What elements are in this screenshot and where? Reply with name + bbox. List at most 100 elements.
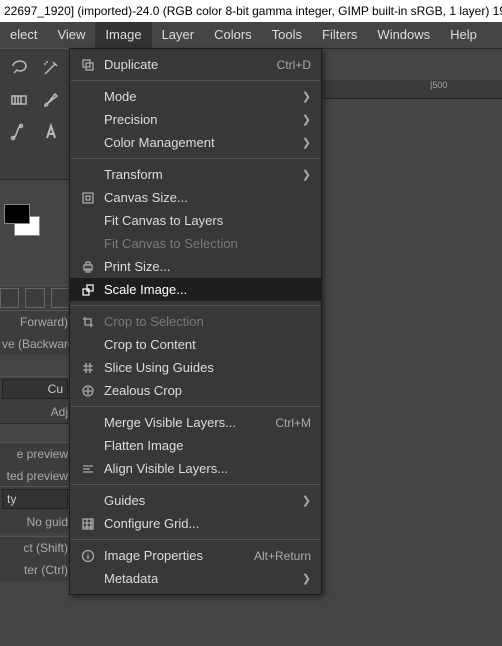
submenu-arrow-icon: ❯: [301, 494, 311, 507]
image-menu-dropdown: Duplicate Ctrl+D Mode ❯ Precision ❯ Colo…: [69, 48, 322, 595]
menu-print-size[interactable]: Print Size...: [70, 255, 321, 278]
submenu-arrow-icon: ❯: [301, 168, 311, 181]
blank-icon: [78, 167, 98, 183]
menu-image-properties[interactable]: Image Properties Alt+Return: [70, 544, 321, 567]
blank-icon: [78, 89, 98, 105]
menu-slice-guides[interactable]: Slice Using Guides: [70, 356, 321, 379]
dock-tab-2[interactable]: [25, 288, 44, 308]
menu-item-label: Crop to Content: [104, 337, 311, 352]
print-icon: [78, 259, 98, 275]
menu-item-label: Fit Canvas to Selection: [104, 236, 311, 251]
menu-transform[interactable]: Transform ❯: [70, 163, 321, 186]
menu-item-accel: Ctrl+M: [275, 416, 311, 430]
menu-item-label: Crop to Selection: [104, 314, 311, 329]
blank-icon: [78, 236, 98, 252]
menu-tools[interactable]: Tools: [262, 22, 312, 48]
adjust-panel: Cu Adj: [0, 376, 70, 424]
menu-item-label: Scale Image...: [104, 282, 311, 297]
menu-color-management[interactable]: Color Management ❯: [70, 131, 321, 154]
menu-configure-grid[interactable]: Configure Grid...: [70, 512, 321, 535]
menu-help[interactable]: Help: [440, 22, 487, 48]
path-tool-icon[interactable]: [6, 119, 32, 145]
text-tool-icon[interactable]: [38, 119, 64, 145]
menu-crop-selection: Crop to Selection: [70, 310, 321, 333]
duplicate-icon: [78, 57, 98, 73]
adj-label: Adj: [0, 401, 70, 423]
dock-tab-3[interactable]: [51, 288, 70, 308]
menu-crop-content[interactable]: Crop to Content: [70, 333, 321, 356]
toolbox: [0, 48, 70, 180]
menu-colors[interactable]: Colors: [204, 22, 262, 48]
menu-filters[interactable]: Filters: [312, 22, 367, 48]
menu-precision[interactable]: Precision ❯: [70, 108, 321, 131]
blank-icon: [78, 213, 98, 229]
blank-icon: [78, 112, 98, 128]
zealous-icon: [78, 383, 98, 399]
scale-icon: [78, 282, 98, 298]
menu-item-label: Duplicate: [104, 57, 269, 72]
lasso-tool-icon[interactable]: [6, 55, 32, 81]
submenu-arrow-icon: ❯: [301, 113, 311, 126]
color-swatches[interactable]: [0, 200, 40, 240]
menu-zealous-crop[interactable]: Zealous Crop: [70, 379, 321, 402]
menu-duplicate[interactable]: Duplicate Ctrl+D: [70, 53, 321, 76]
blank-icon: [78, 135, 98, 151]
gradient-tool-icon[interactable]: [6, 87, 32, 113]
info-icon: [78, 548, 98, 564]
window-title: 22697_1920] (imported)-24.0 (RGB color 8…: [0, 0, 502, 22]
menu-item-label: Zealous Crop: [104, 383, 311, 398]
canvas-size-icon: [78, 190, 98, 206]
grid-icon: [78, 516, 98, 532]
menu-item-label: Print Size...: [104, 259, 311, 274]
brush-tool-icon[interactable]: [38, 87, 64, 113]
menu-item-label: Align Visible Layers...: [104, 461, 311, 476]
dock-tab-1[interactable]: [0, 288, 19, 308]
wand-tool-icon[interactable]: [38, 55, 64, 81]
menu-item-label: Color Management: [104, 135, 301, 150]
shortcuts-panel: ct (Shift) ter (Ctrl): [0, 536, 70, 581]
menu-item-label: Fit Canvas to Layers: [104, 213, 311, 228]
undo-backward-label: ve (Backward): [0, 333, 70, 355]
menu-flatten[interactable]: Flatten Image: [70, 434, 321, 457]
submenu-arrow-icon: ❯: [301, 90, 311, 103]
menu-separator: [71, 484, 320, 485]
menu-canvas-size[interactable]: Canvas Size...: [70, 186, 321, 209]
undo-forward-label: Forward): [0, 311, 70, 333]
menu-view[interactable]: View: [47, 22, 95, 48]
menu-scale-image[interactable]: Scale Image...: [70, 278, 321, 301]
menu-windows[interactable]: Windows: [367, 22, 440, 48]
menu-metadata[interactable]: Metadata ❯: [70, 567, 321, 590]
menu-separator: [71, 80, 320, 81]
menu-fit-canvas-selection: Fit Canvas to Selection: [70, 232, 321, 255]
menu-item-label: Canvas Size...: [104, 190, 311, 205]
menu-align-layers[interactable]: Align Visible Layers...: [70, 457, 321, 480]
menu-bar: elect View Image Layer Colors Tools Filt…: [0, 22, 502, 49]
menu-separator: [71, 158, 320, 159]
menu-merge-visible[interactable]: Merge Visible Layers... Ctrl+M: [70, 411, 321, 434]
menu-layer[interactable]: Layer: [152, 22, 205, 48]
preview-panel: e preview ted preview: [0, 442, 70, 487]
menu-item-label: Image Properties: [104, 548, 246, 563]
blank-icon: [78, 438, 98, 454]
menu-item-accel: Alt+Return: [254, 549, 311, 563]
submenu-arrow-icon: ❯: [301, 572, 311, 585]
undo-history-panel: Forward) ve (Backward): [0, 310, 70, 355]
menu-select[interactable]: elect: [0, 22, 47, 48]
menu-image[interactable]: Image: [95, 22, 151, 48]
preview1-label: e preview: [0, 443, 70, 465]
menu-fit-canvas-layers[interactable]: Fit Canvas to Layers: [70, 209, 321, 232]
menu-mode[interactable]: Mode ❯: [70, 85, 321, 108]
align-icon: [78, 461, 98, 477]
shortcut-ctrl-label: ter (Ctrl): [0, 559, 70, 581]
menu-separator: [71, 539, 320, 540]
menu-item-label: Configure Grid...: [104, 516, 311, 531]
menu-separator: [71, 305, 320, 306]
menu-guides[interactable]: Guides ❯: [70, 489, 321, 512]
fg-color-swatch[interactable]: [4, 204, 30, 224]
ty-input[interactable]: ty: [2, 489, 68, 509]
menu-separator: [71, 406, 320, 407]
menu-item-label: Guides: [104, 493, 301, 508]
cube-input[interactable]: Cu: [2, 379, 68, 399]
menu-item-label: Merge Visible Layers...: [104, 415, 267, 430]
horizontal-ruler: |500: [320, 80, 502, 99]
